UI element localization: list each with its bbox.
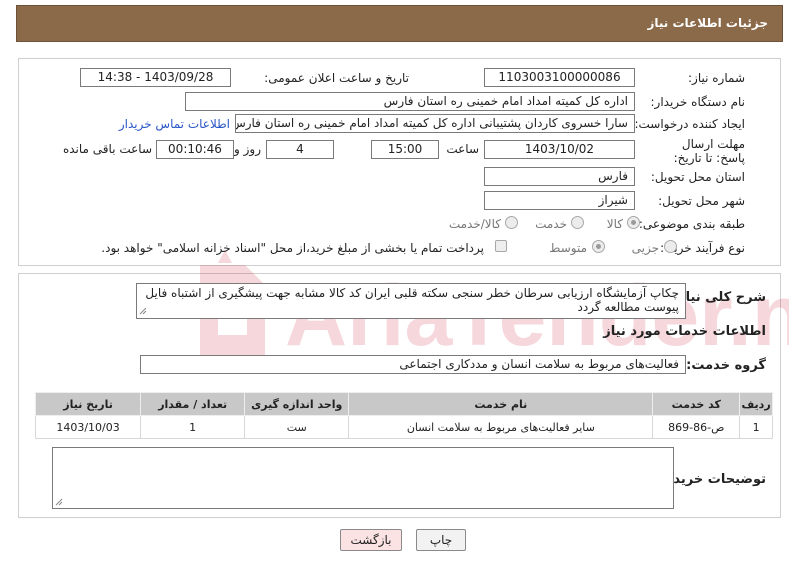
days-label: روز و (234, 142, 261, 156)
process-radio-medium[interactable] (592, 240, 605, 253)
back-button[interactable]: بازگشت (340, 529, 402, 551)
treasury-checkbox[interactable] (495, 240, 507, 252)
buyer-org-label: نام دستگاه خریدار: (650, 95, 746, 109)
page-title: جزئیات اطلاعات نیاز (647, 16, 768, 30)
col-header-name: نام خدمت (348, 392, 654, 416)
time-label: ساعت (446, 142, 479, 156)
process-minor-label: جزیی (631, 241, 659, 255)
category-service-label: خدمت (535, 217, 567, 231)
creator-field[interactable]: سارا خسروی کاردان پشتیبانی اداره کل کمیت… (235, 114, 635, 133)
cell-service-code: ص-86-869 (652, 415, 741, 439)
resize-handle-icon[interactable] (139, 307, 147, 315)
city-label: شهر محل تحویل: (658, 194, 745, 208)
cell-unit: ست (244, 415, 350, 439)
col-header-code: کد خدمت (652, 392, 741, 416)
cell-service-name: سایر فعالیت‌های مربوط به سلامت انسان (348, 415, 654, 439)
remaining-label: ساعت باقی مانده (62, 142, 152, 156)
buyer-org-field[interactable]: اداره کل کمیته امداد امام خمینی ره استان… (185, 92, 635, 111)
deadline-label: مهلت ارسال پاسخ: تا تاریخ: (673, 137, 745, 165)
buyer-notes-textarea[interactable] (52, 447, 674, 509)
col-header-date: تاریخ نیاز (34, 392, 142, 416)
page-header: جزئیات اطلاعات نیاز (16, 5, 783, 42)
deadline-date-field[interactable]: 1403/10/02 (484, 140, 635, 159)
service-group-label: گروه خدمت: (686, 358, 766, 373)
announce-label: تاریخ و ساعت اعلان عمومی: (264, 71, 409, 85)
services-table: ردیف کد خدمت نام خدمت واحد اندازه گیری ت… (34, 392, 773, 439)
deadline-time-field[interactable]: 15:00 (371, 140, 439, 159)
col-header-row: ردیف (739, 392, 773, 416)
cell-row-number: 1 (739, 415, 773, 439)
need-number-field[interactable]: 1103003100000086 (484, 68, 635, 87)
process-medium-label: متوسط (549, 241, 587, 255)
service-group-field[interactable]: فعالیت‌های مربوط به سلامت انسان و مددکار… (140, 355, 686, 374)
announce-field[interactable]: 1403/09/28 - 14:38 (80, 68, 231, 87)
summary-textarea[interactable]: چکاپ آزمایشگاه ارزیابی سرطان خطر سنجی سک… (136, 283, 686, 319)
need-number-label: شماره نیاز: (688, 71, 745, 85)
summary-label: شرح کلی نیاز: (672, 290, 766, 305)
province-label: استان محل تحویل: (650, 170, 745, 184)
table-row[interactable]: 1 ص-86-869 سایر فعالیت‌های مربوط به سلام… (34, 415, 773, 439)
process-radio-minor[interactable] (664, 240, 677, 253)
print-button[interactable]: چاپ (416, 529, 466, 551)
days-field[interactable]: 4 (266, 140, 334, 159)
cell-quantity: 1 (140, 415, 246, 439)
category-radio-goods-service[interactable] (505, 216, 518, 229)
category-goods-service-label: کالا/خدمت (448, 217, 501, 231)
cell-need-date: 1403/10/03 (34, 415, 142, 439)
notes-resize-handle-icon[interactable] (55, 498, 63, 506)
province-field[interactable]: فارس (484, 167, 635, 186)
remaining-time-field[interactable]: 00:10:46 (156, 140, 234, 159)
summary-text: چکاپ آزمایشگاه ارزیابی سرطان خطر سنجی سک… (145, 286, 679, 314)
services-title: اطلاعات خدمات مورد نیاز (603, 324, 766, 339)
category-radio-goods[interactable] (627, 216, 640, 229)
creator-label: ایجاد کننده درخواست: (634, 117, 745, 131)
category-label: طبقه بندی موضوعی: (638, 217, 745, 231)
city-field[interactable]: شیراز (484, 191, 635, 210)
category-goods-label: کالا (606, 217, 623, 231)
payment-note: پرداخت تمام یا بخشی از مبلغ خرید،از محل … (101, 241, 484, 255)
contact-link[interactable]: اطلاعات تماس خریدار (119, 117, 230, 131)
table-header-row: ردیف کد خدمت نام خدمت واحد اندازه گیری ت… (34, 392, 773, 416)
category-radio-service[interactable] (571, 216, 584, 229)
col-header-unit: واحد اندازه گیری (244, 392, 350, 416)
col-header-qty: تعداد / مقدار (140, 392, 246, 416)
